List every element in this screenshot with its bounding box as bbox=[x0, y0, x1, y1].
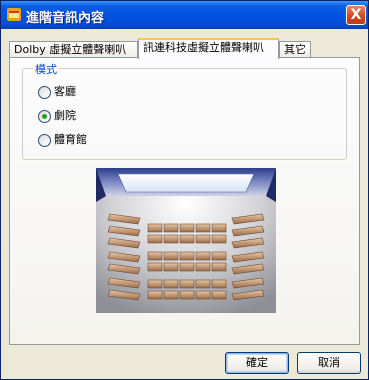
window-title: 進階音訊內容 bbox=[26, 11, 105, 26]
radio-label: 客廳 bbox=[54, 85, 76, 98]
mode-groupbox: 模式 客廳 劇院 體育館 bbox=[22, 61, 347, 160]
ok-button-label: 確定 bbox=[246, 356, 268, 369]
tab-other[interactable]: 其它 bbox=[279, 41, 311, 58]
tab-dolby[interactable]: Dolby 虛擬立體聲喇叭 bbox=[9, 41, 138, 58]
cancel-button[interactable]: 取消 bbox=[297, 352, 361, 374]
title-bar[interactable]: 進階音訊內容 X bbox=[1, 1, 368, 29]
ok-button[interactable]: 確定 bbox=[225, 352, 289, 374]
app-icon bbox=[7, 8, 21, 21]
cancel-button-label: 取消 bbox=[318, 356, 340, 369]
radio-label: 劇院 bbox=[54, 109, 76, 122]
tab-label: 其它 bbox=[284, 43, 306, 56]
tab-label: Dolby 虛擬立體聲喇叭 bbox=[14, 43, 127, 56]
radio-button[interactable] bbox=[38, 86, 51, 99]
radio-label: 體育館 bbox=[54, 133, 87, 146]
tab-cyberlink[interactable]: 訊連科技虛擬立體聲喇叭 bbox=[138, 38, 279, 59]
radio-selected-dot bbox=[42, 114, 47, 119]
theater-illustration bbox=[96, 168, 276, 313]
tab-panel: 模式 客廳 劇院 體育館 bbox=[9, 57, 360, 345]
close-button[interactable]: X bbox=[346, 5, 366, 25]
mode-group-title: 模式 bbox=[33, 61, 59, 77]
close-icon: X bbox=[350, 7, 362, 23]
radio-button[interactable] bbox=[38, 134, 51, 147]
radio-button[interactable] bbox=[38, 110, 51, 123]
tab-label: 訊連科技虛擬立體聲喇叭 bbox=[143, 41, 264, 54]
dialog-window: 進階音訊內容 X Dolby 虛擬立體聲喇叭 訊連科技虛擬立體聲喇叭 其它 模式… bbox=[0, 0, 369, 380]
theater-preview bbox=[96, 168, 276, 313]
